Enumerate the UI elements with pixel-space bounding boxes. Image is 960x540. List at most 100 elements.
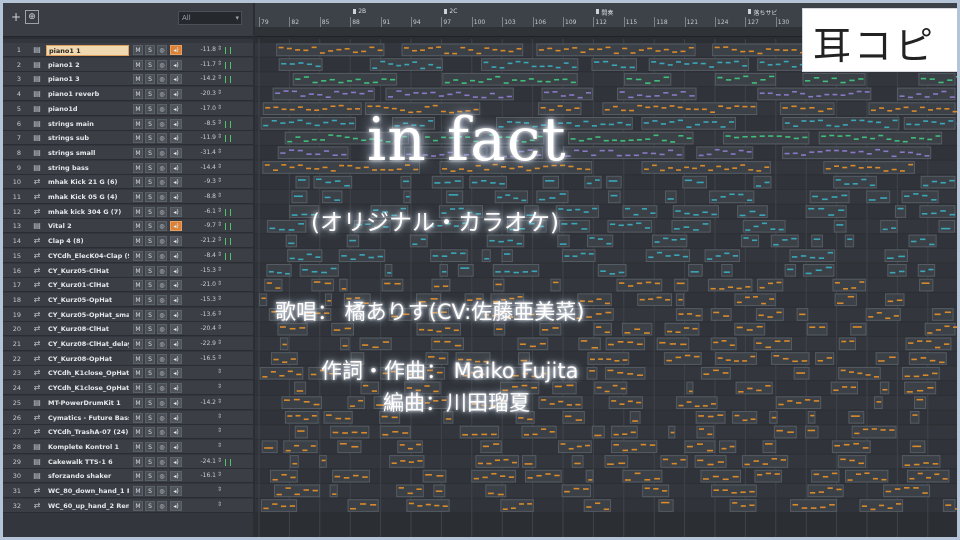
- track-row[interactable]: 32 ⇄ WC_60_up_hand_2 Renc M S ◎ ◂) ⇕: [3, 498, 253, 513]
- clip[interactable]: [264, 278, 283, 292]
- record-arm-button[interactable]: ◎: [157, 339, 167, 349]
- record-arm-button[interactable]: ◎: [157, 280, 167, 291]
- record-arm-button[interactable]: ◎: [157, 353, 167, 364]
- clip[interactable]: [754, 469, 782, 483]
- clip[interactable]: [439, 264, 448, 277]
- clip[interactable]: [919, 205, 956, 218]
- solo-button[interactable]: S: [145, 206, 155, 217]
- clip[interactable]: [919, 278, 934, 292]
- clip[interactable]: [584, 175, 602, 189]
- track-volume[interactable]: -8.5: [188, 120, 216, 127]
- solo-button[interactable]: S: [145, 471, 155, 482]
- speaker-icon[interactable]: ◂): [170, 133, 182, 144]
- track-row[interactable]: 27 ⇄ CYCdh_TrashA-07 (24) M S ◎ ◂) ⇕: [3, 425, 253, 440]
- clip[interactable]: [838, 337, 856, 351]
- speaker-icon[interactable]: ◂): [170, 74, 182, 85]
- clip[interactable]: [688, 264, 703, 277]
- volume-spinner-icon[interactable]: ⇕: [217, 368, 222, 375]
- track-row[interactable]: 22 ⇄ CY_Kurz08-OpHat M S ◎ ◂) -16.5 ⇕: [3, 351, 253, 366]
- record-arm-button[interactable]: ◎: [157, 236, 167, 247]
- solo-button[interactable]: S: [145, 397, 155, 408]
- clip[interactable]: [604, 455, 629, 468]
- clip[interactable]: [811, 234, 823, 248]
- clip[interactable]: [802, 72, 866, 86]
- solo-button[interactable]: S: [145, 339, 155, 349]
- section-marker[interactable]: 落ちサビ: [748, 8, 777, 17]
- speaker-icon[interactable]: ◂): [170, 427, 182, 438]
- track-name[interactable]: mhak Kick 21 G (6): [46, 177, 129, 188]
- solo-button[interactable]: S: [145, 177, 155, 188]
- clip[interactable]: [616, 278, 663, 292]
- clip[interactable]: [831, 440, 871, 454]
- track-volume[interactable]: -8.8: [188, 193, 216, 200]
- volume-spinner-icon[interactable]: ⇕: [217, 383, 222, 390]
- track-name[interactable]: mhak Kick 05 G (4): [46, 192, 129, 203]
- clip[interactable]: [664, 190, 677, 204]
- volume-spinner-icon[interactable]: ⇕: [217, 236, 222, 243]
- volume-spinner-icon[interactable]: ⇕: [217, 486, 222, 493]
- record-arm-button[interactable]: ◎: [157, 250, 167, 261]
- mute-button[interactable]: M: [133, 412, 143, 423]
- clip[interactable]: [397, 440, 423, 454]
- clips-canvas[interactable]: [255, 39, 957, 537]
- section-marker[interactable]: 間奏: [596, 8, 613, 17]
- clip[interactable]: [492, 264, 540, 277]
- track-volume[interactable]: -11.8: [188, 46, 216, 53]
- clips-pane[interactable]: [255, 39, 957, 537]
- track-row[interactable]: 4 ▤ piano1 reverb M S ◎ ◂) -20.3 ⇕: [3, 87, 253, 102]
- volume-spinner-icon[interactable]: ⇕: [217, 354, 222, 361]
- clip[interactable]: [695, 411, 726, 424]
- clip[interactable]: [604, 366, 646, 380]
- record-arm-button[interactable]: ◎: [157, 103, 167, 114]
- clip[interactable]: [501, 249, 513, 263]
- clip[interactable]: [542, 175, 560, 189]
- clip[interactable]: [832, 278, 867, 292]
- volume-spinner-icon[interactable]: ⇕: [217, 192, 222, 199]
- clip[interactable]: [276, 43, 385, 57]
- track-name[interactable]: strings sub: [46, 133, 129, 144]
- mute-button[interactable]: M: [133, 486, 143, 496]
- record-arm-button[interactable]: ◎: [157, 206, 167, 217]
- clip[interactable]: [757, 87, 872, 101]
- clip[interactable]: [381, 278, 404, 292]
- track-name[interactable]: CY_Kurz05-ClHat: [46, 266, 129, 277]
- track-name[interactable]: piano1d: [46, 104, 129, 115]
- record-arm-button[interactable]: ◎: [157, 221, 167, 232]
- clip[interactable]: [272, 87, 375, 101]
- volume-spinner-icon[interactable]: ⇕: [217, 60, 222, 67]
- track-name[interactable]: piano1 1: [46, 45, 129, 56]
- clip[interactable]: [805, 205, 847, 218]
- track-volume[interactable]: -16.5: [188, 355, 216, 362]
- clip[interactable]: [311, 278, 334, 292]
- clip[interactable]: [396, 484, 424, 498]
- mute-button[interactable]: M: [133, 177, 143, 188]
- speaker-icon[interactable]: ◂): [170, 45, 182, 55]
- solo-button[interactable]: S: [145, 250, 155, 261]
- speaker-icon[interactable]: ◂): [170, 368, 182, 379]
- track-name[interactable]: CYCdh_ElecK04-Clap (9): [46, 251, 129, 262]
- clip[interactable]: [909, 411, 920, 424]
- clip[interactable]: [887, 264, 907, 277]
- clip[interactable]: [897, 87, 956, 101]
- clip[interactable]: [757, 278, 784, 292]
- clip[interactable]: [522, 455, 537, 468]
- track-name[interactable]: string bass: [46, 163, 129, 174]
- track-name[interactable]: CYCdh_K1close_OpHat-0: [46, 383, 129, 394]
- clip[interactable]: [782, 117, 900, 130]
- clip[interactable]: [879, 381, 890, 395]
- clip[interactable]: [562, 411, 585, 424]
- mute-button[interactable]: M: [133, 162, 143, 173]
- mute-button[interactable]: M: [133, 324, 143, 335]
- record-arm-button[interactable]: ◎: [157, 427, 167, 438]
- track-row[interactable]: 29 ▤ Cakewalk TTS-1 6 M S ◎ ◂) -24.1 ⇕: [3, 454, 253, 469]
- record-arm-button[interactable]: ◎: [157, 383, 167, 394]
- solo-button[interactable]: S: [145, 147, 155, 158]
- clip[interactable]: [663, 352, 702, 365]
- record-arm-button[interactable]: ◎: [157, 486, 167, 496]
- track-name[interactable]: piano1 reverb: [46, 89, 129, 100]
- track-name[interactable]: Cakewalk TTS-1 6: [46, 457, 129, 468]
- track-volume[interactable]: -14.4: [188, 164, 216, 171]
- speaker-icon[interactable]: ◂): [170, 383, 182, 394]
- clip[interactable]: [608, 190, 621, 204]
- track-row[interactable]: 9 ▤ string bass M S ◎ ◂) -14.4 ⇕: [3, 160, 253, 175]
